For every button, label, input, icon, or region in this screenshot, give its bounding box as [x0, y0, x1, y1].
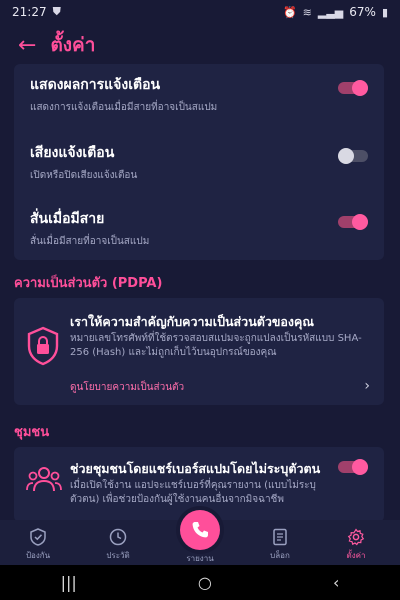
system-nav-bar: ||| ○ ‹ — [0, 565, 400, 600]
nav-label: บล็อก — [270, 551, 290, 560]
setting-desc: แสดงการแจ้งเตือนเมื่อมีสายที่อาจเป็นสแปม — [30, 102, 218, 113]
system-back-icon[interactable]: ‹ — [333, 573, 339, 592]
vpn-shield-icon: ⛊ — [52, 5, 61, 18]
nav-item-protect[interactable]: ป้องกัน — [8, 528, 68, 562]
report-call-button[interactable] — [180, 510, 220, 550]
status-bar: 21:27 ⛊ ⏰ ≋ ▂▃▅ 67% ▮ — [0, 0, 400, 24]
shield-lock-icon — [27, 326, 59, 366]
chevron-right-icon: › — [364, 378, 370, 394]
list-icon — [273, 528, 287, 546]
setting-title: เสียงแจ้งเตือน — [30, 145, 115, 161]
setting-row-notification-sound[interactable]: เสียงแจ้งเตือน เปิดหรือปิดเสียงแจ้งเตือน — [14, 132, 384, 192]
back-arrow-icon[interactable]: ← — [18, 33, 36, 58]
app-bar: ← ตั้งค่า — [0, 26, 400, 64]
community-section-label: ชุมชน — [14, 425, 50, 440]
nav-label: ประวัติ — [106, 551, 130, 560]
wifi-icon: ≋ — [302, 5, 312, 19]
community-share-toggle[interactable] — [338, 459, 368, 475]
battery-icon: ▮ — [381, 5, 388, 19]
people-icon — [26, 467, 62, 492]
page-title: ตั้งค่า — [50, 34, 96, 56]
signal-icon: ▂▃▅ — [317, 5, 344, 19]
setting-desc: สั่นเมื่อมีสายที่อาจเป็นสแปม — [30, 236, 150, 247]
setting-title: แสดงผลการแจ้งเตือน — [30, 77, 161, 93]
recent-apps-icon[interactable]: ||| — [61, 573, 77, 592]
gear-icon — [347, 528, 365, 546]
nav-label-report: รายงาน — [186, 554, 214, 563]
privacy-card[interactable]: เราให้ความสำคัญกับความเป็นส่วนตัวของคุณ … — [14, 298, 384, 405]
shield-check-icon — [30, 528, 46, 546]
vibrate-toggle[interactable] — [338, 214, 368, 230]
privacy-desc: หมายเลขโทรศัพท์ที่ใช้ตรวจสอบสแปมจะถูกแปล… — [70, 333, 362, 358]
notification-sound-toggle[interactable] — [338, 148, 368, 164]
setting-row-show-notifications[interactable]: แสดงผลการแจ้งเตือน แสดงการแจ้งเตือนเมื่อ… — [14, 64, 384, 124]
community-title: ช่วยชุมชนโดยแชร์เบอร์สแปมโดยไม่ระบุตัวตน — [70, 461, 321, 476]
nav-item-block[interactable]: บล็อก — [250, 528, 310, 562]
clock-icon — [109, 528, 127, 546]
nav-item-settings[interactable]: ตั้งค่า — [326, 528, 386, 562]
community-desc: เมื่อเปิดใช้งาน แอปจะแชร์เบอร์ที่คุณรายง… — [70, 480, 316, 505]
nav-label: ตั้งค่า — [346, 551, 366, 560]
status-time: 21:27 — [12, 5, 47, 19]
privacy-title: เราให้ความสำคัญกับความเป็นส่วนตัวของคุณ — [70, 314, 314, 329]
setting-row-vibrate[interactable]: สั่นเมื่อมีสาย สั่นเมื่อมีสายที่อาจเป็นส… — [14, 198, 384, 258]
alarm-icon: ⏰ — [282, 5, 297, 19]
phone-icon — [192, 522, 208, 538]
privacy-policy-link[interactable]: ดูนโยบายความเป็นส่วนตัว — [70, 380, 184, 395]
nav-label: ป้องกัน — [25, 551, 51, 560]
show-notifications-toggle[interactable] — [338, 80, 368, 96]
battery-percent: 67% — [349, 5, 376, 19]
setting-desc: เปิดหรือปิดเสียงแจ้งเตือน — [30, 170, 138, 181]
privacy-section-label: ความเป็นส่วนตัว (PDPA) — [14, 276, 163, 291]
nav-item-history[interactable]: ประวัติ — [88, 528, 148, 562]
setting-title: สั่นเมื่อมีสาย — [30, 211, 105, 227]
notification-settings-card: แสดงผลการแจ้งเตือน แสดงการแจ้งเตือนเมื่อ… — [14, 64, 384, 260]
home-icon[interactable]: ○ — [198, 573, 212, 592]
